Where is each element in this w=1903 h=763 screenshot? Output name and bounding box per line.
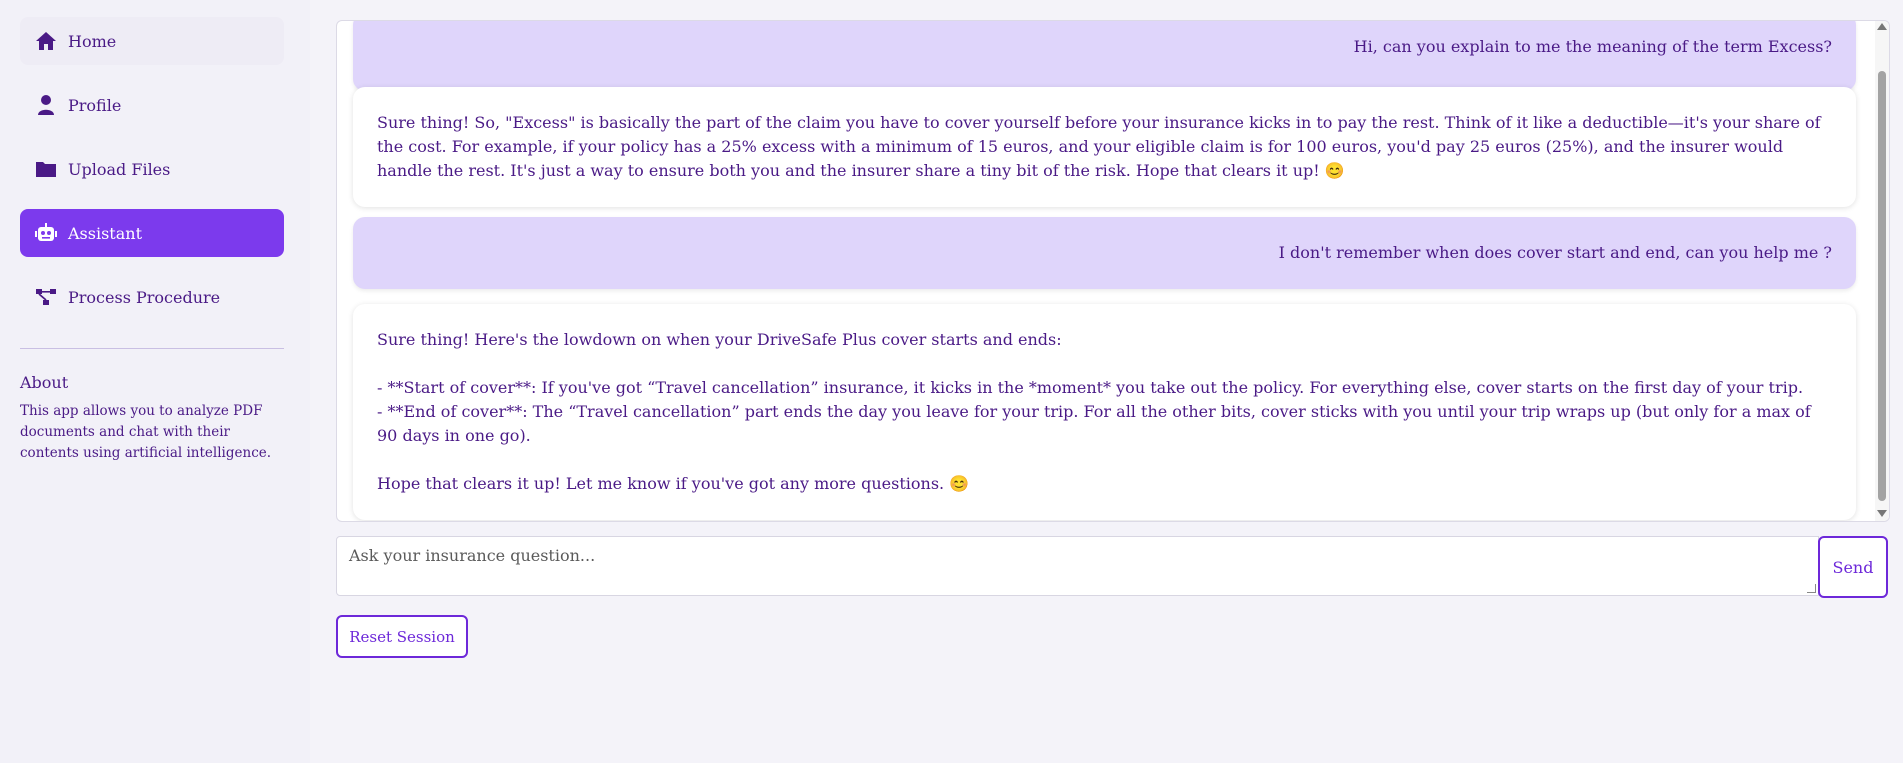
sidebar-item-label: Upload Files	[68, 159, 171, 179]
robot-icon	[34, 221, 58, 245]
chat-history[interactable]: Hi, can you explain to me the meaning of…	[336, 20, 1890, 522]
sidebar-item-profile[interactable]: Profile	[20, 81, 284, 129]
sidebar-item-label: Process Procedure	[68, 287, 221, 307]
sidebar-item-label: Home	[68, 31, 117, 51]
scroll-thumb[interactable]	[1878, 71, 1886, 501]
assistant-message-text: Sure thing! Here's the lowdown on when y…	[377, 330, 1811, 493]
sidebar: Home Profile Upload Files Assistant Proc…	[0, 0, 310, 763]
question-input[interactable]	[337, 537, 1818, 595]
home-icon	[34, 29, 58, 53]
scroll-up-arrow-icon[interactable]	[1877, 23, 1887, 30]
about-title: About	[20, 373, 69, 392]
assistant-message-text: Sure thing! So, "Excess" is basically th…	[377, 113, 1826, 180]
sidebar-divider	[20, 348, 284, 349]
question-input-wrapper	[336, 536, 1819, 596]
sidebar-item-home[interactable]: Home	[20, 17, 284, 65]
flow-icon	[34, 285, 58, 309]
send-button[interactable]: Send	[1818, 536, 1888, 598]
sidebar-item-label: Profile	[68, 95, 122, 115]
sidebar-item-assistant[interactable]: Assistant	[20, 209, 284, 257]
sidebar-item-upload-files[interactable]: Upload Files	[20, 145, 284, 193]
user-icon	[34, 93, 58, 117]
reset-session-button[interactable]: Reset Session	[336, 615, 468, 658]
about-text: This app allows you to analyze PDF docum…	[20, 403, 272, 461]
user-message: Hi, can you explain to me the meaning of…	[353, 21, 1856, 91]
resize-grip-icon[interactable]	[1807, 584, 1816, 593]
sidebar-item-process-procedure[interactable]: Process Procedure	[20, 273, 284, 321]
sidebar-item-label: Assistant	[68, 223, 143, 243]
scroll-down-arrow-icon[interactable]	[1877, 510, 1887, 517]
user-message-text: Hi, can you explain to me the meaning of…	[1353, 37, 1832, 56]
user-message: I don't remember when does cover start a…	[353, 217, 1856, 289]
chat-scrollbar[interactable]	[1875, 21, 1889, 521]
assistant-message: Sure thing! So, "Excess" is basically th…	[353, 87, 1856, 207]
folder-icon	[34, 157, 58, 181]
assistant-message: Sure thing! Here's the lowdown on when y…	[353, 304, 1856, 520]
user-message-text: I don't remember when does cover start a…	[1278, 243, 1832, 262]
